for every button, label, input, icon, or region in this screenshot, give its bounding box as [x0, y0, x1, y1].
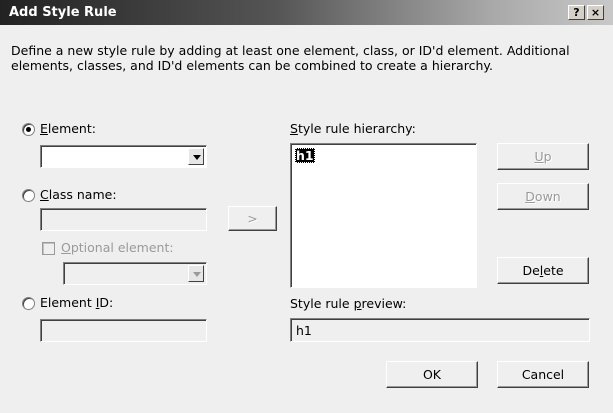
- help-button[interactable]: ?: [568, 5, 585, 20]
- title-bar: Add Style Rule ? ×: [0, 0, 613, 25]
- cancel-button[interactable]: Cancel: [497, 361, 589, 388]
- chevron-down-icon[interactable]: [188, 265, 204, 282]
- down-button[interactable]: Down: [497, 183, 589, 210]
- class-name-label: Class name:: [40, 187, 117, 202]
- class-name-input[interactable]: [40, 208, 207, 231]
- delete-button[interactable]: Delete: [497, 257, 589, 284]
- hierarchy-list[interactable]: h1: [290, 143, 477, 288]
- radio-selected-dot: [26, 127, 31, 132]
- hierarchy-item-selected[interactable]: h1: [295, 148, 315, 163]
- add-to-hierarchy-button[interactable]: >: [228, 206, 277, 231]
- ok-button[interactable]: OK: [386, 361, 478, 388]
- element-id-label: Element ID:: [40, 295, 114, 310]
- preview-field: h1: [290, 318, 590, 342]
- optional-element-dropdown[interactable]: [63, 262, 207, 285]
- element-dropdown[interactable]: [40, 145, 207, 168]
- hierarchy-label: Style rule hierarchy:: [290, 121, 416, 136]
- optional-element-checkbox[interactable]: [42, 242, 55, 255]
- element-radio[interactable]: [22, 123, 35, 136]
- preview-label: Style rule preview:: [290, 296, 407, 311]
- preview-value: h1: [296, 323, 312, 338]
- element-id-radio[interactable]: [22, 297, 35, 310]
- element-id-input[interactable]: [40, 319, 207, 342]
- description-text: Define a new style rule by adding at lea…: [11, 43, 570, 73]
- add-style-rule-dialog: Add Style Rule ? × Define a new style ru…: [0, 0, 613, 413]
- window-title: Add Style Rule: [9, 5, 117, 20]
- up-button[interactable]: Up: [497, 143, 589, 170]
- chevron-down-icon[interactable]: [188, 148, 204, 165]
- optional-element-label: Optional element:: [61, 240, 174, 255]
- class-name-radio[interactable]: [22, 189, 35, 202]
- close-button[interactable]: ×: [587, 5, 604, 20]
- element-label: Element:: [40, 121, 96, 136]
